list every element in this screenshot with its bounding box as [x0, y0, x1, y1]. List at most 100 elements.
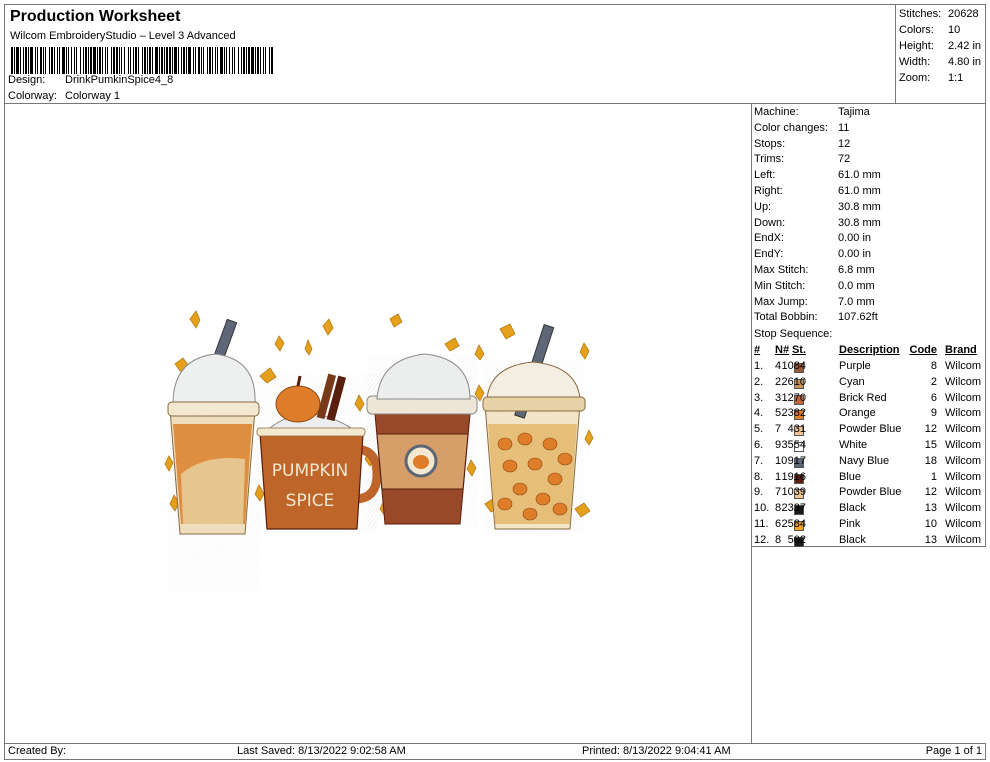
row-stitches: 2584 [781, 518, 806, 530]
row-num: 11. [754, 518, 769, 530]
row-needle: 8 [775, 502, 782, 515]
worksheet-header: Production Worksheet Wilcom EmbroiderySt… [4, 4, 896, 104]
machine-info-row: Right: 61.0 mm [754, 185, 881, 197]
table-row: 9. 7 1039 Powder Blue 12 Wilcom [752, 486, 985, 502]
row-num: 9. [754, 486, 764, 499]
machine-info-label: Stops: [754, 137, 786, 150]
design-label: Design: [8, 74, 46, 86]
page-number: Page 1 of 1 [925, 745, 982, 757]
row-num: 12. [754, 533, 770, 546]
row-code: 8 [930, 360, 937, 372]
leaf-icon [189, 310, 201, 329]
row-needle: 7 [775, 486, 782, 499]
last-saved: Last Saved: 8/13/2022 9:02:58 AM [237, 745, 406, 757]
col-num: # [754, 344, 761, 356]
row-needle: 8 [775, 533, 782, 546]
stat-label: Height: [899, 40, 934, 52]
table-row: 7. 10 917 Navy Blue 18 Wilcom [752, 455, 985, 471]
colorway-label: Colorway: [8, 90, 57, 102]
stat-label: Zoom: [899, 72, 931, 84]
barcode [11, 47, 274, 74]
machine-info-value: 107.62ft [838, 311, 878, 324]
printed-date: Printed: 8/13/2022 9:04:41 AM [582, 745, 731, 757]
table-row: 3. 3 1270 Brick Red 6 Wilcom [752, 392, 985, 408]
col-stitches: St. [791, 344, 806, 356]
row-num: 10. [754, 502, 770, 515]
machine-info-label: Color changes: [754, 121, 828, 134]
col-description: Description [839, 344, 900, 356]
machine-info-value: Tajima [838, 106, 870, 118]
leaf-icon [274, 335, 285, 352]
stat-value: 10 [948, 24, 961, 36]
page-title: Production Worksheet [10, 8, 181, 25]
leaf-icon [579, 342, 590, 360]
row-needle: 2 [775, 375, 782, 388]
machine-info-label: EndY: [754, 248, 784, 261]
row-code: 15 [924, 439, 937, 451]
pumpkin-spice-mug: PUMPKIN SPICE [256, 373, 382, 534]
row-needle: 1 [775, 470, 782, 483]
row-code: 13 [924, 533, 937, 546]
machine-info-value: 61.0 mm [838, 169, 881, 182]
row-description: Blue [839, 470, 862, 483]
row-needle: 9 [775, 439, 782, 451]
row-num: 3. [754, 391, 764, 404]
machine-info-row: Down: 30.8 mm [754, 217, 881, 229]
colorway-value: Colorway 1 [65, 90, 121, 102]
row-brand: Wilcom [945, 518, 982, 530]
stat-label: Width: [899, 56, 931, 68]
row-num: 4. [754, 407, 764, 420]
row-brand: Wilcom [945, 375, 982, 388]
leaf-icon [444, 337, 460, 352]
machine-info-row: Max Stitch: 6.8 mm [754, 264, 875, 276]
machine-info-row: Max Jump: 7.0 mm [754, 296, 875, 308]
row-brand: Wilcom [945, 454, 982, 467]
machine-info-value: 11 [838, 121, 850, 134]
machine-info-label: Down: [754, 216, 786, 229]
leaf-icon [584, 429, 594, 446]
row-brand: Wilcom [945, 439, 982, 451]
row-description: Pink [839, 518, 861, 530]
row-stitches: 1916 [781, 470, 806, 483]
coffee-cup-sleeve [366, 353, 478, 529]
stat-row: Height: 2.42 in [899, 40, 981, 52]
row-brand: Wilcom [945, 533, 982, 546]
row-stitches: 2337 [781, 502, 806, 515]
design-canvas: PUMPKIN SPICE [4, 103, 752, 744]
stat-value: 1:1 [948, 72, 964, 84]
stat-value: 20628 [948, 8, 979, 20]
row-needle: 3 [775, 391, 782, 404]
row-description: Cyan [839, 375, 865, 388]
row-code: 18 [924, 454, 937, 467]
stat-row: Stitches: 20628 [899, 8, 979, 20]
machine-info-row: Trims: 72 [754, 153, 850, 165]
machine-info-value: 72 [838, 153, 851, 166]
machine-info-label: EndX: [754, 232, 784, 245]
stat-value: 2.42 in [948, 40, 982, 52]
machine-info-value: 0.00 in [838, 248, 872, 261]
row-brand: Wilcom [945, 360, 982, 372]
stop-sequence-title: Stop Sequence: [754, 328, 833, 340]
row-stitches: 1039 [781, 486, 806, 499]
machine-info-label: Up: [754, 200, 772, 213]
row-description: Powder Blue [839, 423, 902, 436]
table-row: 1. 4 1084 Purple 8 Wilcom [752, 360, 985, 376]
row-code: 2 [930, 375, 937, 388]
machine-info-value: 12 [838, 137, 851, 150]
worksheet-footer: Created By: Last Saved: 8/13/2022 9:02:5… [4, 743, 986, 760]
row-needle: 5 [775, 407, 782, 420]
machine-info-label: Right: [754, 185, 783, 197]
iced-pumpkin-cup [482, 324, 586, 534]
row-code: 10 [924, 518, 937, 530]
row-description: Purple [839, 360, 871, 372]
col-needle: N# [775, 344, 790, 356]
row-brand: Wilcom [945, 486, 982, 499]
machine-info-label: Total Bobbin: [754, 311, 818, 324]
row-stitches: 502 [787, 533, 806, 546]
machine-info-row: EndX: 0.00 in [754, 232, 871, 244]
machine-info-row: Min Stitch: 0.0 mm [754, 280, 875, 292]
table-row: 2. 2 2610 Cyan 2 Wilcom [752, 376, 985, 392]
col-brand: Brand [945, 344, 977, 356]
row-code: 12 [924, 423, 937, 436]
table-row: 5. 7 431 Powder Blue 12 Wilcom [752, 423, 985, 439]
